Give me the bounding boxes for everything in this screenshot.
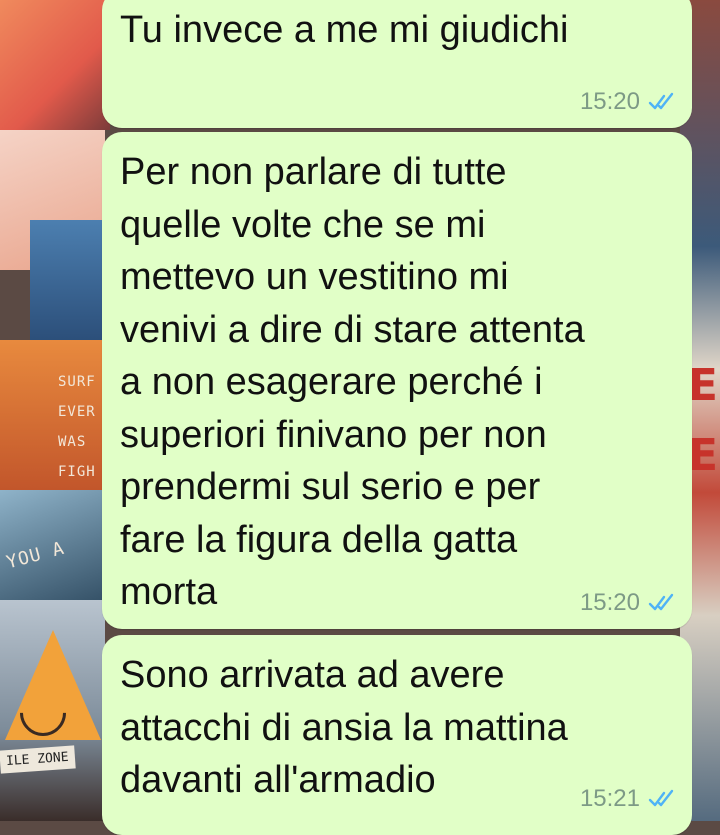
message-meta: 15:21 xyxy=(580,785,678,813)
message-list[interactable]: Tu invece a me mi giudichi 15:20 Per non… xyxy=(0,0,720,835)
message-timestamp: 15:20 xyxy=(579,589,640,616)
outgoing-message[interactable]: Tu invece a me mi giudichi 15:20 xyxy=(102,0,692,128)
message-text: Sono arrivata ad avere attacchi di ansia… xyxy=(120,654,568,801)
message-text: Tu invece a me mi giudichi xyxy=(120,9,569,51)
message-meta: 15:20 xyxy=(580,589,678,617)
double-check-icon xyxy=(648,92,674,110)
message-timestamp: 15:21 xyxy=(579,785,640,812)
double-check-icon xyxy=(648,593,674,611)
double-check-icon xyxy=(648,789,674,807)
outgoing-message[interactable]: Per non parlare di tutte quelle volte ch… xyxy=(102,132,692,629)
message-timestamp: 15:20 xyxy=(579,88,640,115)
outgoing-message[interactable]: Sono arrivata ad avere attacchi di ansia… xyxy=(102,635,692,835)
message-text: Per non parlare di tutte quelle volte ch… xyxy=(120,151,585,613)
message-meta: 15:20 xyxy=(580,88,678,116)
